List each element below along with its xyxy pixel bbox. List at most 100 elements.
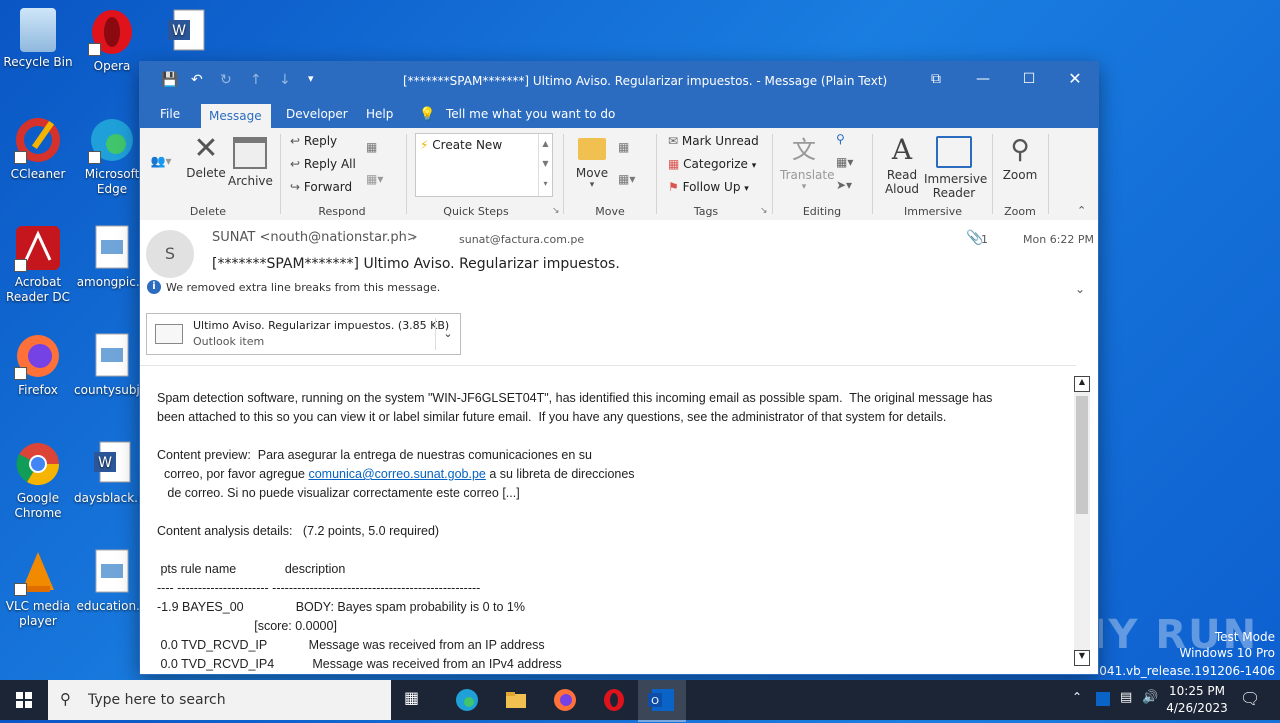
scroll-down-icon[interactable]: ▼: [1074, 650, 1090, 666]
redo-icon[interactable]: ↻: [220, 72, 232, 88]
ignore-button[interactable]: 👥▾: [148, 154, 174, 168]
select-icon[interactable]: ➤▾: [836, 178, 852, 192]
tab-file[interactable]: File: [160, 107, 180, 121]
os-version-label: Windows 10 Pro: [1179, 646, 1275, 660]
undo-icon[interactable]: ↶: [191, 72, 203, 88]
image-file-icon: [88, 332, 136, 380]
create-new-quickstep[interactable]: ⚡ Create New: [420, 138, 502, 152]
recipient[interactable]: sunat@factura.com.pe: [459, 233, 584, 246]
desktop-icon-ccleaner[interactable]: CCleaner: [0, 116, 76, 182]
gallery-scrollbar[interactable]: ▲ ▼ ▾: [538, 134, 552, 196]
desktop-icon-recycle-bin[interactable]: Recycle Bin: [0, 8, 76, 70]
reply-button[interactable]: ↩ Reply: [290, 134, 337, 148]
group-tags-label: Tags: [693, 205, 719, 218]
body-line: [score: 0.0000]: [157, 619, 337, 633]
categorize-button[interactable]: ▦ Categorize ▾: [668, 157, 756, 171]
move-button[interactable]: Move ▾: [572, 132, 612, 190]
desktop-icon-image[interactable]: amongpic...: [74, 224, 150, 290]
desktop-icon-image[interactable]: education...: [74, 548, 150, 614]
tab-message[interactable]: Message: [201, 104, 271, 131]
body-scrollbar[interactable]: ▲ ▼: [1074, 376, 1090, 666]
body-line: Spam detection software, running on the …: [157, 391, 993, 405]
volume-icon[interactable]: 🔊: [1142, 690, 1158, 705]
taskbar-search[interactable]: ⚲ Type here to search: [48, 680, 391, 720]
desktop-icon-vlc[interactable]: VLC media player: [0, 548, 76, 629]
recycle-bin-icon: [20, 8, 56, 52]
desktop-icon-edge[interactable]: Microsoft Edge: [74, 116, 150, 197]
tab-developer[interactable]: Developer: [286, 107, 348, 121]
related-icon[interactable]: ▦▾: [836, 155, 853, 169]
tell-me-input[interactable]: Tell me what you want to do: [446, 107, 615, 121]
archive-button[interactable]: Archive: [228, 132, 273, 188]
meeting-icon[interactable]: ▦: [366, 140, 377, 154]
save-icon[interactable]: 💾: [161, 72, 178, 88]
actions-icon[interactable]: ▦▾: [618, 172, 635, 186]
lightning-icon: ⚡: [420, 138, 429, 152]
clock[interactable]: 10:25 PM 4/26/2023: [1164, 683, 1230, 717]
desktop-icon-word-doc[interactable]: W daysblack.rtf: [74, 440, 152, 506]
desktop-icon-image[interactable]: countysubj...: [74, 332, 151, 398]
customize-qat-icon[interactable]: ▾: [308, 72, 314, 85]
zoom-button[interactable]: ⚲ Zoom: [998, 132, 1042, 182]
more-respond-icon[interactable]: ▦▾: [366, 172, 383, 186]
delete-button[interactable]: ✕ Delete: [186, 132, 226, 181]
immersive-reader-button[interactable]: Immersive Reader: [924, 132, 987, 200]
dialog-launcher-icon[interactable]: ↘: [552, 206, 560, 216]
reply-all-button[interactable]: ↩ Reply All: [290, 157, 356, 171]
group-zoom-label: Zoom: [1004, 205, 1036, 218]
firefox-taskbar-icon[interactable]: [553, 688, 577, 712]
edge-taskbar-icon[interactable]: [455, 688, 479, 712]
desktop-icon-label: Firefox: [18, 383, 58, 397]
collapse-ribbon-icon[interactable]: ⌃: [1077, 204, 1086, 217]
windows-icon: [16, 692, 32, 708]
message-body[interactable]: Spam detection software, running on the …: [140, 365, 1076, 674]
down-arrow-icon[interactable]: ↓: [279, 72, 291, 88]
sender[interactable]: SUNAT <nouth@nationstar.ph>: [212, 230, 418, 245]
separator: [1048, 134, 1049, 214]
dialog-launcher-icon[interactable]: ↘: [760, 206, 768, 216]
desktop-icon-firefox[interactable]: Firefox: [0, 332, 76, 398]
body-line: pts rule name description: [157, 562, 346, 576]
email-link[interactable]: comunica@correo.sunat.gob.pe: [308, 467, 485, 481]
flag-icon: ⚑: [668, 180, 679, 194]
quick-steps-gallery[interactable]: ⚡ Create New ▲ ▼ ▾: [415, 133, 553, 197]
sender-chevron-icon[interactable]: ›: [412, 230, 417, 244]
menu-bar: File Message Developer Help 💡 Tell me wh…: [140, 100, 1098, 131]
up-arrow-icon[interactable]: ↑: [250, 72, 262, 88]
forward-button[interactable]: ↪ Forward: [290, 180, 352, 194]
scroll-thumb[interactable]: [1076, 396, 1088, 514]
desktop-icon-chrome[interactable]: Google Chrome: [0, 440, 76, 521]
lightbulb-icon: 💡: [419, 107, 436, 122]
expand-header-icon[interactable]: ⌄: [1075, 282, 1085, 296]
desktop-icon-word-doc[interactable]: W: [148, 8, 224, 59]
desktop-icon-opera[interactable]: Opera: [74, 8, 150, 74]
read-aloud-button[interactable]: A Read Aloud: [880, 132, 924, 196]
tab-help[interactable]: Help: [366, 107, 393, 121]
start-button[interactable]: [0, 680, 48, 720]
attachment-chevron-icon[interactable]: ⌄: [435, 318, 460, 350]
network-icon[interactable]: ▤: [1120, 690, 1132, 705]
maximize-button[interactable]: ☐: [1006, 62, 1052, 98]
body-text: correo, por favor agregue: [157, 467, 309, 481]
file-explorer-icon[interactable]: [504, 688, 528, 712]
translate-button[interactable]: 文 Translate ▾: [780, 132, 835, 192]
ribbon-display-icon[interactable]: ⧉: [913, 62, 959, 98]
attachment-item[interactable]: Ultimo Aviso. Regularizar impuestos. (3.…: [146, 313, 461, 355]
show-hidden-icons[interactable]: ⌃: [1072, 690, 1082, 704]
chrome-icon: [14, 440, 62, 488]
mark-unread-button[interactable]: ✉ Mark Unread: [668, 134, 759, 148]
body-line: de correo. Si no puede visualizar correc…: [157, 486, 520, 500]
avatar: S: [146, 230, 194, 278]
task-view-icon[interactable]: ▦: [404, 688, 428, 712]
notifications-icon[interactable]: 🗨: [1240, 689, 1260, 708]
outlook-taskbar-item[interactable]: O: [638, 680, 686, 722]
tray-outlook-icon[interactable]: [1096, 692, 1110, 706]
scroll-up-icon[interactable]: ▲: [1074, 376, 1090, 392]
follow-up-button[interactable]: ⚑ Follow Up ▾: [668, 180, 749, 194]
minimize-button[interactable]: —: [960, 62, 1006, 98]
desktop-icon-acrobat[interactable]: Acrobat Reader DC: [0, 224, 76, 305]
find-icon[interactable]: ⚲: [836, 132, 845, 146]
close-button[interactable]: ✕: [1052, 62, 1098, 98]
opera-taskbar-icon[interactable]: [602, 688, 626, 712]
onenote-icon[interactable]: ▦: [618, 140, 629, 154]
